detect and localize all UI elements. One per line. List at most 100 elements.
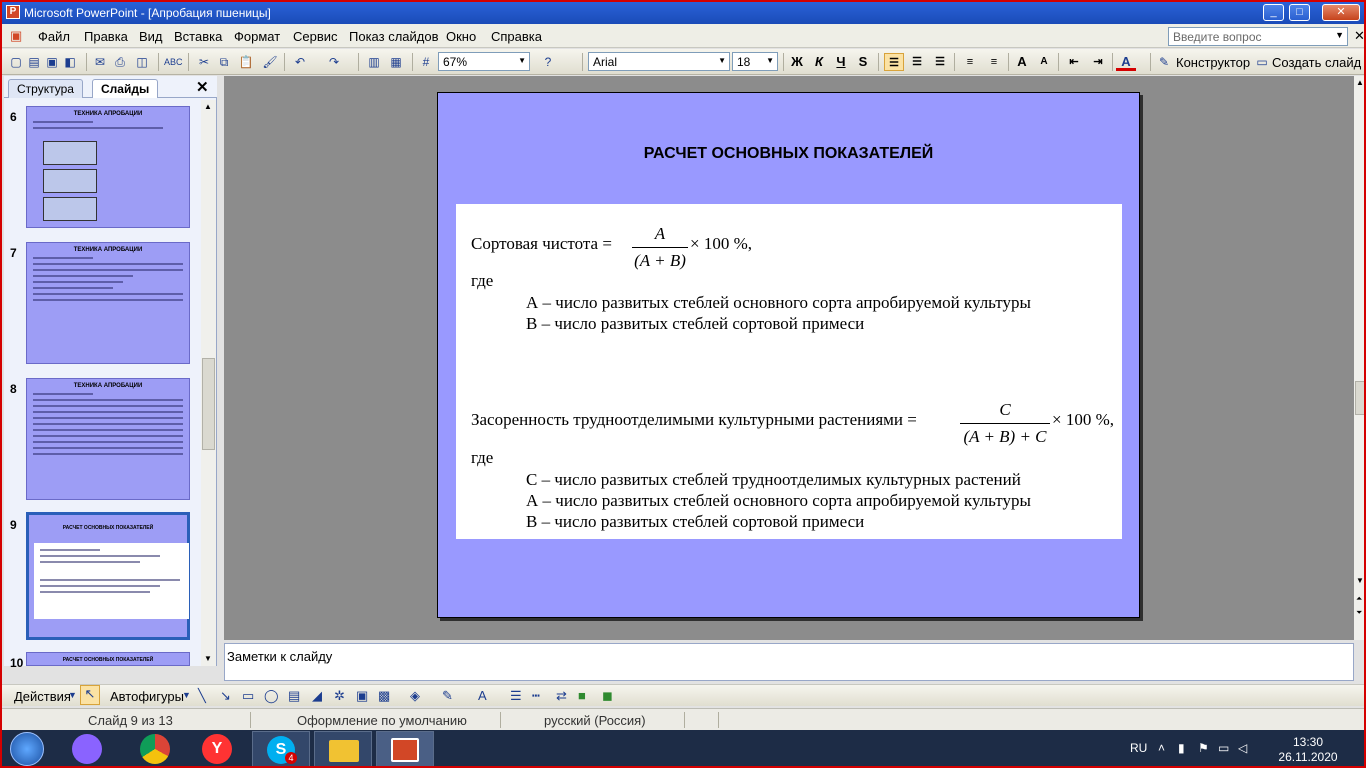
font-color-icon[interactable]: A	[1116, 53, 1136, 71]
panel-scrollbar[interactable]: ▲ ▼	[201, 100, 216, 666]
flag-icon[interactable]: ⚑	[1198, 741, 1209, 755]
menu-help[interactable]: Справка	[491, 29, 542, 44]
permission-icon[interactable]: ◧	[62, 54, 78, 70]
close-doc-icon[interactable]: ✕	[1354, 28, 1364, 44]
menu-insert[interactable]: Вставка	[174, 29, 222, 44]
insert-chart-icon[interactable]: ▥	[366, 54, 382, 70]
redo-icon[interactable]: ↷	[326, 54, 342, 70]
menu-file[interactable]: Файл	[38, 29, 70, 44]
skype-taskbar-button[interactable]: S 4	[252, 731, 310, 766]
menu-tools[interactable]: Сервис	[293, 29, 338, 44]
insert-table-icon[interactable]: ▦	[388, 54, 404, 70]
powerpoint-taskbar-button[interactable]	[376, 731, 434, 766]
scroll-thumb[interactable]	[202, 358, 215, 450]
previous-slide-icon[interactable]: ⏶	[1356, 594, 1362, 604]
arrow-icon[interactable]: ↘	[220, 688, 231, 704]
undo-icon[interactable]: ↶	[292, 54, 308, 70]
arrow-style-icon[interactable]: ⇄	[556, 688, 567, 704]
actions-menu[interactable]: Действия	[14, 689, 71, 704]
open-icon[interactable]: ▤	[26, 54, 42, 70]
new-document-icon[interactable]: ▢	[8, 54, 24, 70]
fill-color-icon[interactable]: ◈	[410, 688, 420, 704]
tab-slides[interactable]: Слайды	[92, 79, 159, 98]
start-button[interactable]	[10, 732, 44, 766]
menu-format[interactable]: Формат	[234, 29, 280, 44]
format-painter-icon[interactable]: 🖌	[262, 54, 278, 70]
line-color-icon[interactable]: ✎	[442, 688, 453, 704]
minimize-button[interactable]: _	[1263, 4, 1284, 21]
grid-icon[interactable]: #	[418, 54, 434, 70]
slide-scrollbar[interactable]: ▲ ▼ ⏶ ⏷	[1354, 76, 1364, 640]
slide-thumbnail-10[interactable]: РАСЧЕТ ОСНОВНЫХ ПОКАЗАТЕЛЕЙ	[26, 652, 190, 666]
increase-indent-icon[interactable]: ⇥	[1088, 53, 1108, 71]
network-icon[interactable]: ▭	[1218, 741, 1229, 755]
diagram-icon[interactable]: ✲	[334, 688, 345, 704]
alice-icon[interactable]	[72, 734, 102, 764]
maximize-button[interactable]: □	[1289, 4, 1310, 21]
copy-icon[interactable]: ⧉	[216, 54, 232, 70]
font-color-icon[interactable]: A	[478, 688, 487, 703]
chevron-down-icon[interactable]: ▼	[182, 690, 191, 700]
bold-button[interactable]: Ж	[787, 53, 807, 71]
scroll-up-icon[interactable]: ▲	[204, 102, 212, 111]
tab-outline[interactable]: Структура	[8, 79, 83, 98]
formula-textbox[interactable]: Сортовая чистота = A (A + B) × 100 %, гд…	[456, 204, 1122, 539]
scroll-down-icon[interactable]: ▼	[204, 654, 212, 663]
clock[interactable]: 13:30 26.11.2020	[1278, 735, 1338, 765]
3d-style-icon[interactable]: ◼	[602, 688, 613, 704]
clipart-icon[interactable]: ▣	[356, 688, 368, 704]
scroll-down-icon[interactable]: ▼	[1356, 576, 1364, 585]
print-icon[interactable]: ⎙	[112, 54, 128, 70]
menu-edit[interactable]: Правка	[84, 29, 128, 44]
align-center-icon[interactable]: ☰	[907, 53, 927, 71]
spelling-icon[interactable]: ABC	[164, 54, 183, 70]
dash-style-icon[interactable]: ┅	[532, 688, 540, 704]
paste-icon[interactable]: 📋	[238, 54, 254, 70]
line-style-icon[interactable]: ☰	[510, 688, 522, 704]
close-button[interactable]: ✕	[1322, 4, 1360, 21]
new-slide-button[interactable]: Создать слайд	[1272, 55, 1361, 70]
email-icon[interactable]: ✉	[92, 54, 108, 70]
volume-icon[interactable]: ◁	[1238, 741, 1247, 755]
menu-view[interactable]: Вид	[139, 29, 163, 44]
next-slide-icon[interactable]: ⏷	[1356, 608, 1362, 618]
print-preview-icon[interactable]: ◫	[134, 54, 150, 70]
select-pointer-icon[interactable]: ↖	[80, 685, 100, 705]
slide-thumbnail-7[interactable]: ТЕХНИКА АПРОБАЦИИ	[26, 242, 190, 364]
chevron-down-icon[interactable]: ▼	[1335, 30, 1344, 40]
menu-window[interactable]: Окно	[446, 29, 476, 44]
chevron-down-icon[interactable]: ▼	[68, 690, 77, 700]
explorer-taskbar-button[interactable]	[314, 731, 372, 766]
menu-slideshow[interactable]: Показ слайдов	[349, 29, 439, 44]
picture-icon[interactable]: ▩	[378, 688, 390, 704]
line-icon[interactable]: ╲	[198, 688, 206, 704]
textbox-icon[interactable]: ▤	[288, 688, 300, 704]
slide-title[interactable]: РАСЧЕТ ОСНОВНЫХ ПОКАЗАТЕЛЕЙ	[438, 145, 1139, 163]
slide-canvas[interactable]: РАСЧЕТ ОСНОВНЫХ ПОКАЗАТЕЛЕЙ Сортовая чис…	[437, 92, 1140, 618]
slide-thumbnail-8[interactable]: ТЕХНИКА АПРОБАЦИИ	[26, 378, 190, 500]
save-icon[interactable]: ▣	[44, 54, 60, 70]
slide-thumbnail-6[interactable]: ТЕХНИКА АПРОБАЦИИ	[26, 106, 190, 228]
underline-button[interactable]: Ч	[831, 53, 851, 71]
oval-icon[interactable]: ◯	[264, 688, 279, 704]
language-indicator[interactable]: RU	[1130, 741, 1147, 755]
decrease-indent-icon[interactable]: ⇤	[1064, 53, 1084, 71]
help-search-input[interactable]: Введите вопрос ▼	[1168, 27, 1348, 46]
scroll-up-icon[interactable]: ▲	[1356, 78, 1364, 87]
decrease-font-icon[interactable]: A	[1034, 53, 1054, 71]
battery-icon[interactable]: ▮	[1178, 741, 1185, 755]
font-name-select[interactable]: Arial ▼	[588, 52, 730, 71]
shadow-style-icon[interactable]: ■	[578, 688, 586, 703]
align-left-icon[interactable]: ☰	[884, 53, 904, 71]
autoshapes-menu[interactable]: Автофигуры	[110, 689, 184, 704]
numbering-icon[interactable]: ≡	[960, 53, 980, 71]
italic-button[interactable]: К	[809, 53, 829, 71]
yandex-browser-icon[interactable]: Y	[202, 734, 232, 764]
close-panel-icon[interactable]: ✕	[196, 78, 209, 96]
increase-font-icon[interactable]: A	[1012, 53, 1032, 71]
designer-button[interactable]: Конструктор	[1176, 55, 1250, 70]
scroll-thumb[interactable]	[1355, 381, 1364, 415]
wordart-icon[interactable]: ◢	[312, 688, 322, 704]
notes-pane[interactable]: Заметки к слайду	[224, 643, 1354, 681]
rectangle-icon[interactable]: ▭	[242, 688, 254, 704]
